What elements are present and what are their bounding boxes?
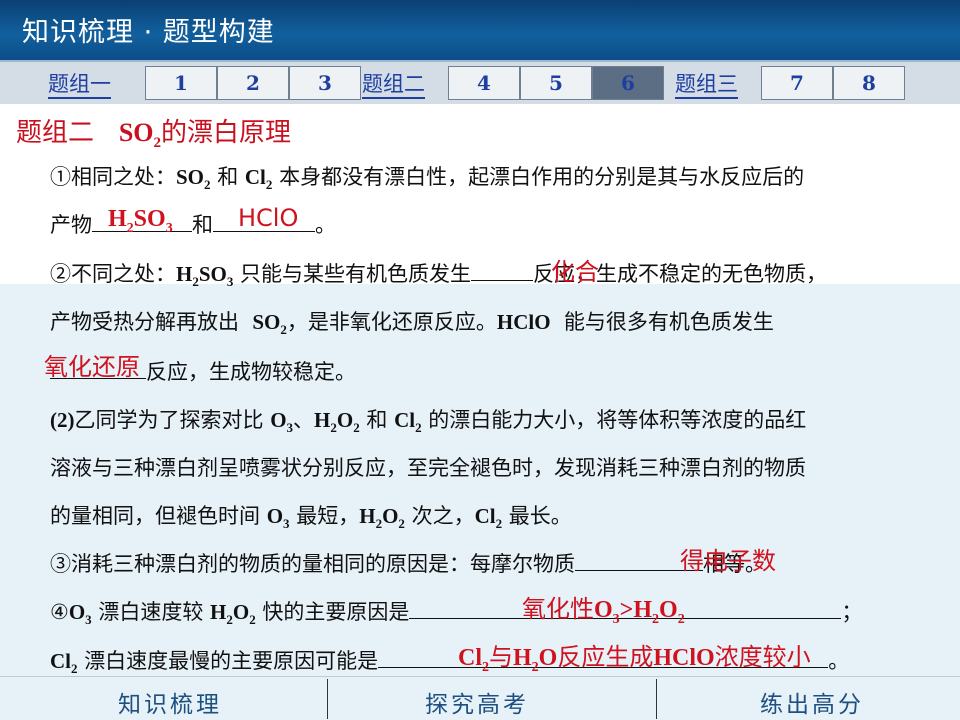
tab-6[interactable]: 6 [592, 66, 664, 100]
tab-2[interactable]: 2 [217, 66, 289, 100]
tab-4[interactable]: 4 [448, 66, 520, 100]
text-line-7: 溶液与三种漂白剂呈喷雾状分别反应，至完全褪色时，发现消耗三种漂白剂的物质 [50, 456, 806, 480]
answer-hclo-low-concentration: Cl2与H2O反应生成HClO浓度较小 [458, 643, 811, 675]
answer-combination: 化合 [551, 258, 599, 286]
tab-3[interactable]: 3 [289, 66, 361, 100]
answer-h2so3: H2SO3 [108, 206, 173, 236]
tab-8[interactable]: 8 [833, 66, 905, 100]
text-line-6: (2)乙同学为了探索对比 O3、H2O2 和 Cl2 的漂白能力大小，将等体积等… [50, 408, 807, 436]
group-two-link[interactable]: 题组二 [362, 72, 425, 99]
text-line-10: ④O3 漂白速度较 H2O2 快的主要原因是； [50, 597, 862, 635]
text-line-9: ③消耗三种漂白剂的物质的量相同的原因是：每摩尔物质 相等。 [50, 549, 766, 579]
group-three-link[interactable]: 题组三 [675, 72, 738, 99]
tab-1[interactable]: 1 [145, 66, 217, 100]
tab-7[interactable]: 7 [761, 66, 833, 100]
text-line-3: ②不同之处：H2SO3 只能与某些有机色质发生 反应，生成不稳定的无色物质， [50, 259, 827, 297]
text-line-4: 产物受热分解再放出 SO2，是非氧化还原反应。HClO 能与很多有机色质发生 [50, 310, 774, 338]
footer-divider [327, 679, 328, 719]
section-title: 题组二 SO2的漂白原理 [16, 118, 292, 152]
question-group-nav: 题组一 1 2 3 题组二 4 5 6 题组三 7 8 [0, 62, 960, 104]
footer-practice-link[interactable]: 练出高分 [760, 685, 864, 719]
text-line-8: 的量相同，但褪色时间 O3 最短，H2O2 次之，Cl2 最长。 [50, 504, 572, 532]
answer-oxidizing-power: 氧化性O3>H2O2 [522, 595, 685, 627]
answer-hclo: HClO [238, 204, 299, 232]
footer-exam-link[interactable]: 探究高考 [425, 685, 529, 719]
footer-nav: 知识梳理 探究高考 练出高分 [0, 676, 960, 720]
page-title: 知识梳理 · 题型构建 [22, 17, 275, 48]
answer-electrons-gained: 得电子数 [680, 547, 776, 575]
text-line-1: ①相同之处：SO2 和 Cl2 本身都没有漂白性，起漂白作用的分别是其与水反应后… [50, 165, 805, 193]
footer-knowledge-link[interactable]: 知识梳理 [118, 685, 222, 719]
tab-5[interactable]: 5 [520, 66, 592, 100]
footer-divider [656, 679, 657, 719]
header-bar: 知识梳理 · 题型构建 [0, 0, 960, 62]
group-one-link[interactable]: 题组一 [48, 72, 111, 99]
answer-redox: 氧化还原 [44, 353, 140, 381]
